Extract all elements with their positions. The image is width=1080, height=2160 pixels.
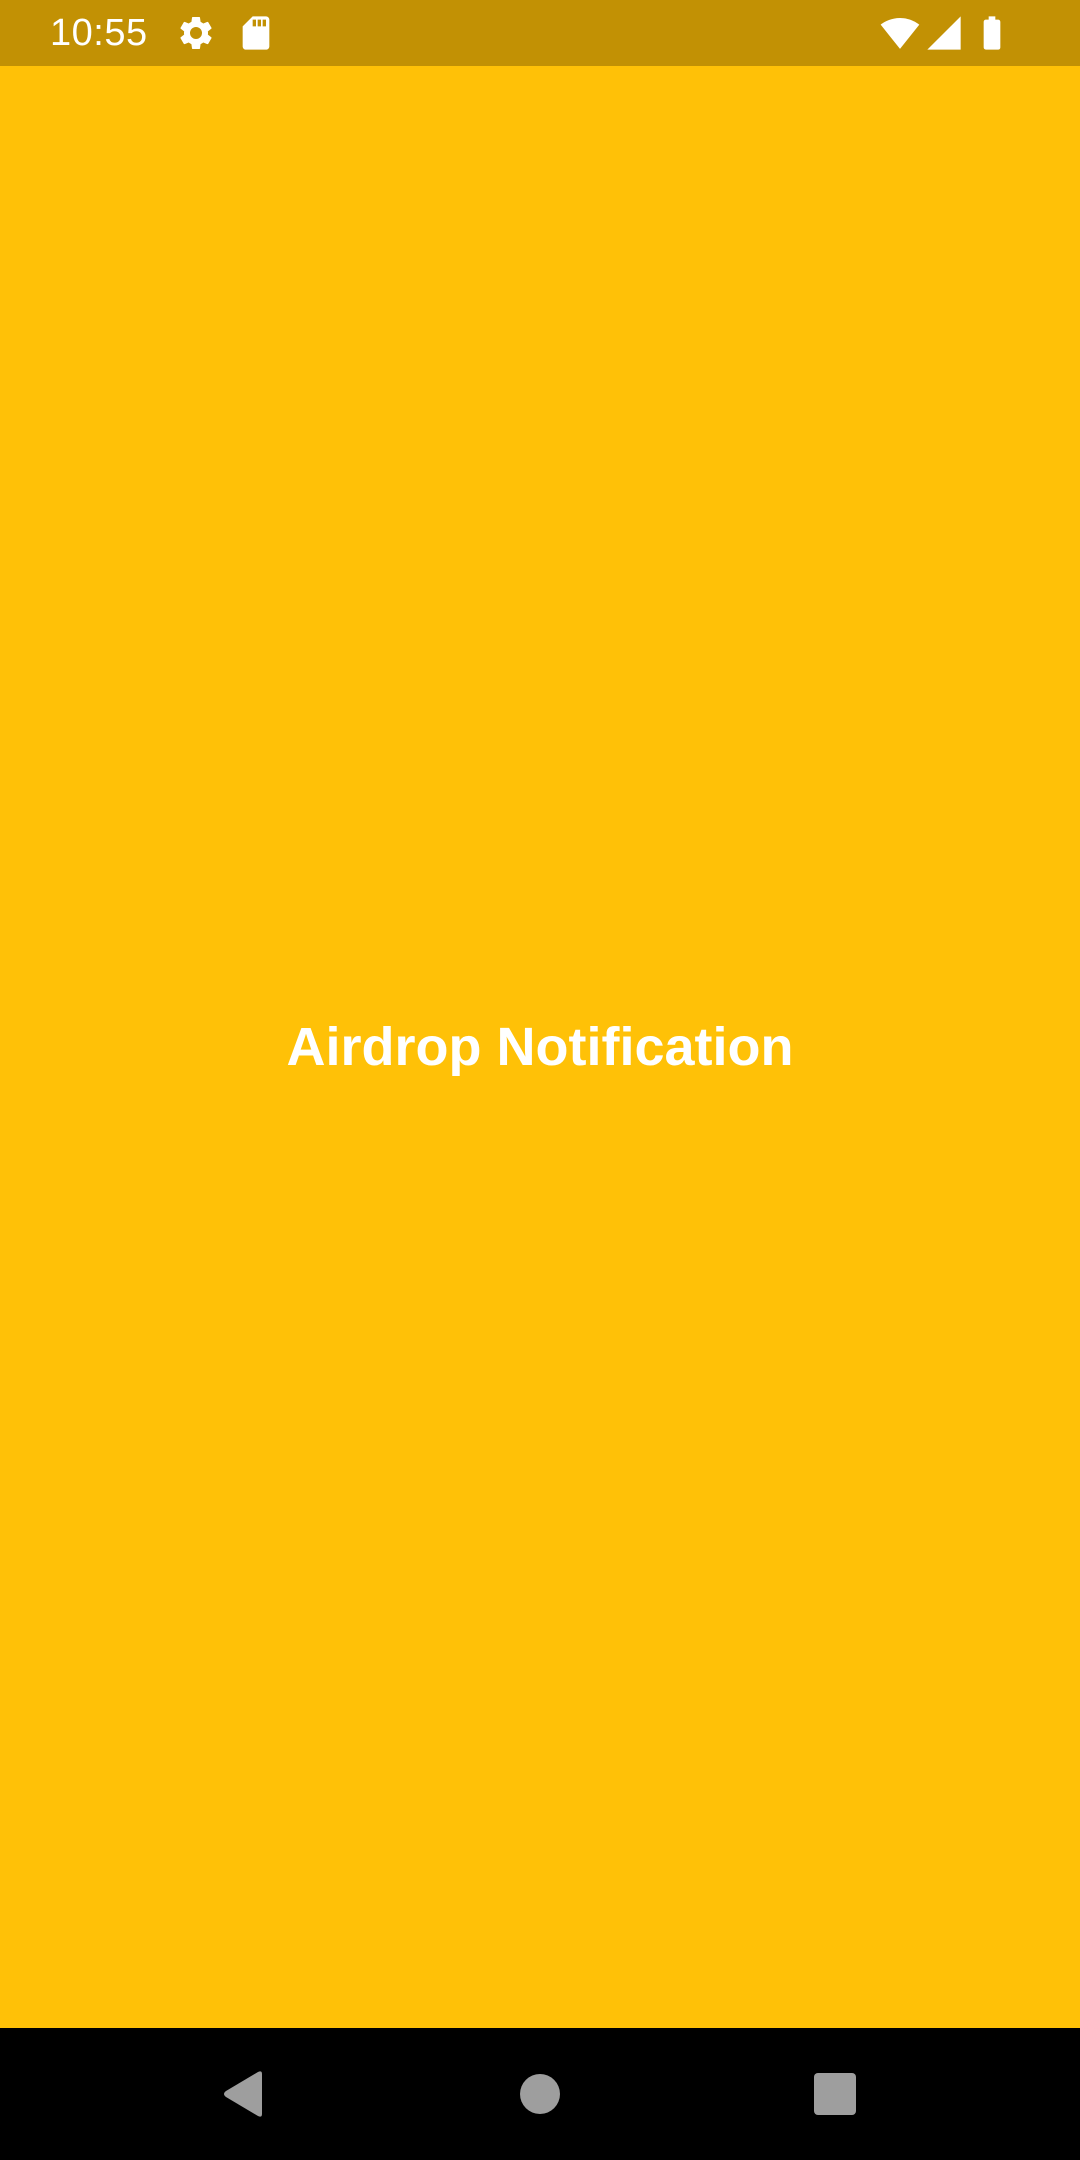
sd-card-icon bbox=[236, 13, 276, 53]
cellular-signal-icon bbox=[924, 13, 964, 53]
recents-square-icon[interactable] bbox=[805, 2064, 865, 2124]
settings-gear-icon bbox=[176, 13, 216, 53]
app-screen: 10:55 Airdrop Notification bbox=[0, 0, 1080, 2160]
back-triangle-icon[interactable] bbox=[214, 2064, 274, 2124]
status-time: 10:55 bbox=[50, 12, 148, 54]
page-title: Airdrop Notification bbox=[286, 1017, 794, 1077]
navigation-bar bbox=[0, 2028, 1080, 2160]
home-circle-icon[interactable] bbox=[510, 2064, 570, 2124]
status-bar: 10:55 bbox=[0, 0, 1080, 66]
battery-icon bbox=[972, 13, 1012, 53]
main-content: Airdrop Notification bbox=[0, 66, 1080, 2028]
wifi-icon bbox=[880, 13, 920, 53]
